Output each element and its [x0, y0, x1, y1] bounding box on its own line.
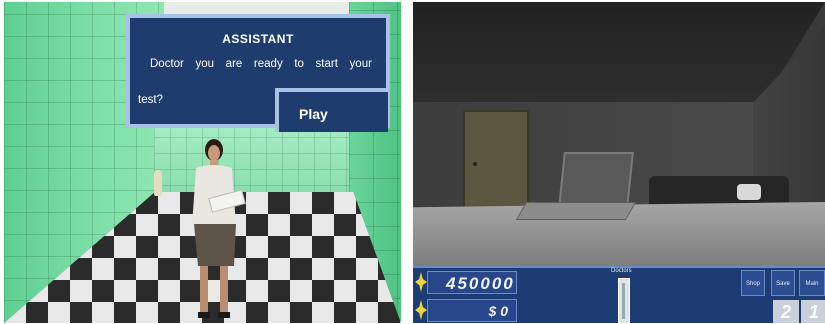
- assistant-character: [192, 139, 246, 318]
- doctors-slider[interactable]: [618, 278, 630, 323]
- dialog-message-line2: test?: [138, 94, 163, 106]
- word: to: [294, 58, 304, 70]
- word: Doctor: [150, 58, 184, 70]
- pillow: [737, 184, 761, 200]
- room-ceiling: [413, 2, 825, 102]
- game-scene-office: 450000 $ 0 Doctors Shop Save Main Menu 2…: [413, 2, 825, 323]
- assistant-dialog: ASSISTANT Doctor you are ready to start …: [126, 14, 390, 132]
- word: start: [315, 58, 338, 70]
- counter-b: 1: [801, 300, 825, 323]
- save-button[interactable]: Save: [771, 270, 795, 296]
- counter-a: 2: [773, 300, 799, 323]
- shop-button[interactable]: Shop: [741, 270, 765, 296]
- dialog-title: ASSISTANT: [222, 32, 294, 46]
- doctors-label: Doctors: [611, 268, 632, 274]
- star-icon: [415, 272, 427, 292]
- star-icon: [415, 300, 427, 320]
- laptop-keyboard: [515, 202, 637, 220]
- main-menu-button[interactable]: Main Menu: [799, 270, 825, 313]
- word: ready: [253, 58, 283, 70]
- door[interactable]: [463, 110, 529, 210]
- game-scene-hallway: ASSISTANT Doctor you are ready to start …: [4, 2, 401, 323]
- game-hud: 450000 $ 0 Doctors Shop Save Main Menu 2…: [413, 266, 825, 323]
- play-button[interactable]: Play: [275, 88, 388, 132]
- vase: [154, 170, 162, 196]
- word: you: [195, 58, 215, 70]
- cash-display: $ 0: [427, 299, 517, 322]
- word: your: [349, 58, 372, 70]
- money-display: 450000: [427, 271, 517, 294]
- door-knob: [473, 162, 477, 166]
- dialog-message-line1: Doctor you are ready to start your: [150, 58, 372, 70]
- word: are: [225, 58, 243, 70]
- laptop-screen[interactable]: [558, 152, 634, 208]
